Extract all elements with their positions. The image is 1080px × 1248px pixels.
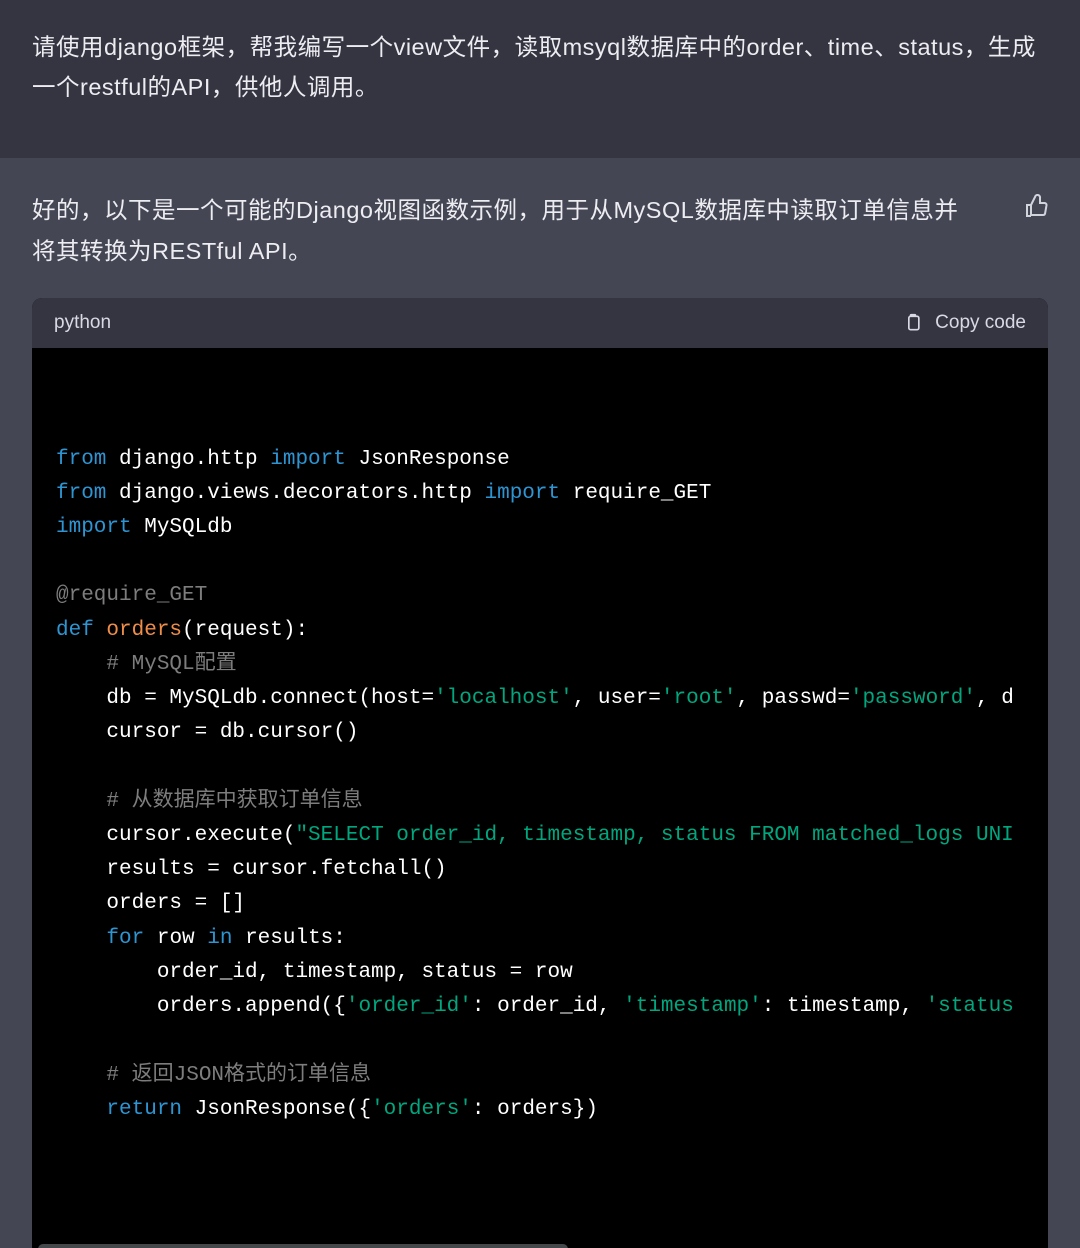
code-block: python Copy code from django.http import… [32, 298, 1048, 1248]
code-body[interactable]: from django.http import JsonResponse fro… [32, 348, 1048, 1248]
code-language-label: python [54, 312, 111, 334]
copy-code-button[interactable]: Copy code [903, 312, 1026, 334]
user-message: 请使用django框架，帮我编写一个view文件，读取msyql数据库中的ord… [0, 0, 1080, 158]
clipboard-icon [903, 312, 923, 334]
assistant-intro-text: 好的，以下是一个可能的Django视图函数示例，用于从MySQL数据库中读取订单… [32, 190, 1048, 272]
code-header: python Copy code [32, 298, 1048, 348]
user-prompt-text: 请使用django框架，帮我编写一个view文件，读取msyql数据库中的ord… [32, 34, 1036, 100]
assistant-message: 好的，以下是一个可能的Django视图函数示例，用于从MySQL数据库中读取订单… [0, 158, 1080, 1248]
horizontal-scrollbar[interactable] [38, 1244, 568, 1248]
copy-code-label: Copy code [935, 312, 1026, 334]
thumbs-up-icon[interactable] [1024, 194, 1048, 218]
